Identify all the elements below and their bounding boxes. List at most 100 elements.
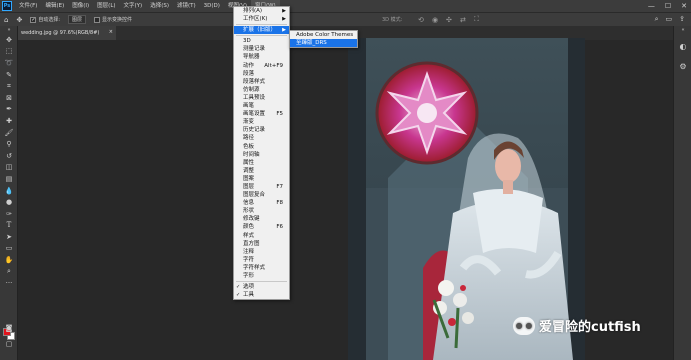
home-icon[interactable]: ⌂ bbox=[4, 16, 8, 24]
window-menu-item-label: 时间轴 bbox=[243, 151, 260, 158]
window-menu-item[interactable]: 导航器 bbox=[234, 53, 289, 61]
window-menu-item[interactable]: 渐变 bbox=[234, 118, 289, 126]
window-menu-item[interactable]: 注释 bbox=[234, 248, 289, 256]
window-menu-item[interactable]: 修改键 bbox=[234, 215, 289, 223]
search-icon[interactable]: ⌕ bbox=[655, 15, 659, 24]
history-brush-tool-icon[interactable]: ↺ bbox=[0, 150, 18, 162]
minimize-icon[interactable]: — bbox=[648, 0, 655, 12]
extensions-submenu-item[interactable]: 至臻版_DRS bbox=[290, 39, 357, 48]
window-menu-item[interactable]: 动作 Alt+F9 bbox=[234, 62, 289, 70]
window-menu-item[interactable]: 图层复合 bbox=[234, 191, 289, 199]
window-menu-item[interactable]: 路径 bbox=[234, 134, 289, 142]
more-tools-icon[interactable]: ··· bbox=[0, 277, 18, 289]
menu-7[interactable]: 3D(D) bbox=[200, 0, 224, 12]
auto-select-target-dropdown[interactable]: 图层 bbox=[68, 15, 87, 24]
menu-5[interactable]: 选择(S) bbox=[146, 0, 173, 12]
blur-tool-icon[interactable]: 💧 bbox=[0, 185, 18, 197]
eyedropper-tool-icon[interactable]: ✒ bbox=[0, 104, 18, 116]
window-menu-item[interactable]: 时间轴 bbox=[234, 151, 289, 159]
window-menu-item[interactable]: 字形 bbox=[234, 272, 289, 280]
canvas-photo[interactable] bbox=[348, 38, 585, 360]
workspace-icon[interactable]: ▭ bbox=[666, 15, 673, 23]
window-menu-item[interactable]: 排列(A) ▶ bbox=[234, 7, 289, 15]
window-menu-item[interactable]: 测量记录 bbox=[234, 45, 289, 53]
tab-close-icon[interactable]: × bbox=[109, 29, 113, 35]
brush-tool-icon[interactable]: 🖌 bbox=[0, 127, 18, 139]
window-menu-item[interactable]: 段落 bbox=[234, 70, 289, 78]
close-icon[interactable]: ✕ bbox=[681, 0, 687, 12]
window-menu-item[interactable]: ✓ 工具 bbox=[234, 291, 289, 299]
menu-1[interactable]: 编辑(E) bbox=[41, 0, 68, 12]
window-menu-item[interactable]: 仿制源 bbox=[234, 86, 289, 94]
gradient-tool-icon[interactable]: ▤ bbox=[0, 173, 18, 185]
window-menu-item[interactable]: 直方图 bbox=[234, 240, 289, 248]
window-menu-item[interactable]: 图层 F7 bbox=[234, 183, 289, 191]
dodge-tool-icon[interactable]: ● bbox=[0, 196, 18, 208]
auto-select-checkbox[interactable] bbox=[30, 16, 37, 23]
quick-mask-icon[interactable]: ◙ bbox=[0, 322, 18, 334]
3d-pan-icon[interactable]: ✣ bbox=[446, 16, 452, 24]
window-menu-item[interactable]: 样式 bbox=[234, 232, 289, 240]
lasso-tool-icon[interactable]: ➰ bbox=[0, 57, 18, 69]
crop-tool-icon[interactable]: ⌗ bbox=[0, 80, 18, 92]
move-tool-icon[interactable]: ✥ bbox=[16, 16, 22, 24]
move-tool-icon[interactable]: ✥ bbox=[0, 34, 18, 46]
path-select-tool-icon[interactable]: ➤ bbox=[0, 231, 18, 243]
share-icon[interactable]: ⇪ bbox=[679, 15, 685, 23]
3d-scale-icon[interactable]: ⛶ bbox=[474, 15, 479, 24]
3d-slide-icon[interactable]: ⇄ bbox=[460, 16, 466, 24]
window-menu-item[interactable]: 调整 bbox=[234, 167, 289, 175]
menu-0[interactable]: 文件(F) bbox=[15, 0, 41, 12]
rectangle-tool-icon[interactable]: ▭ bbox=[0, 243, 18, 255]
menu-6[interactable]: 滤镜(T) bbox=[173, 0, 200, 12]
window-menu-item[interactable]: ✓ 选项 bbox=[234, 283, 289, 291]
extensions-submenu-item[interactable]: Adobe Color Themes bbox=[290, 31, 357, 39]
frame-tool-icon[interactable]: ⊠ bbox=[0, 92, 18, 104]
window-menu-item[interactable]: 图案 bbox=[234, 175, 289, 183]
window-menu-item[interactable]: 段落样式 bbox=[234, 78, 289, 86]
hand-tool-icon[interactable]: ✋ bbox=[0, 254, 18, 266]
submenu-arrow-icon: ▶ bbox=[282, 8, 286, 14]
clone-stamp-tool-icon[interactable]: ⚲ bbox=[0, 138, 18, 150]
menu-3[interactable]: 图层(L) bbox=[93, 0, 119, 12]
window-menu-item[interactable]: 工作区(K) ▶ bbox=[234, 15, 289, 23]
checkmark-icon: ✓ bbox=[236, 284, 241, 291]
document-tab[interactable]: wedding.jpg @ 97.6%(RGB/8#) × bbox=[18, 26, 116, 40]
maximize-icon[interactable]: ☐ bbox=[665, 0, 671, 12]
window-menu-item[interactable]: 形状 bbox=[234, 207, 289, 215]
healing-brush-tool-icon[interactable]: ✚ bbox=[0, 115, 18, 127]
adjustments-panel-icon[interactable]: ⚙ bbox=[674, 58, 691, 74]
zoom-tool-icon[interactable]: ⌕ bbox=[0, 266, 18, 278]
auto-select-label: 自动选择: bbox=[38, 17, 61, 23]
show-transform-checkbox[interactable] bbox=[94, 16, 101, 23]
quick-select-tool-icon[interactable]: ✎ bbox=[0, 69, 18, 81]
window-menu-item[interactable]: 字符样式 bbox=[234, 264, 289, 272]
window-menu-item-label: 渐变 bbox=[243, 119, 255, 126]
window-menu-item[interactable]: 色板 bbox=[234, 143, 289, 151]
screen-mode-icon[interactable]: ▢ bbox=[0, 338, 18, 350]
color-panel-icon[interactable]: ◐ bbox=[674, 38, 691, 54]
window-menu-item[interactable]: 画笔设置 F5 bbox=[234, 110, 289, 118]
3d-orbit-icon[interactable]: ⟲ bbox=[418, 16, 424, 24]
menu-4[interactable]: 文字(Y) bbox=[120, 0, 147, 12]
collapse-icon[interactable]: » bbox=[0, 26, 18, 34]
marquee-tool-icon[interactable]: ⬚ bbox=[0, 46, 18, 58]
window-menu-item[interactable]: 画笔 bbox=[234, 102, 289, 110]
menu-2[interactable]: 图像(I) bbox=[68, 0, 93, 12]
window-menu-item[interactable]: 字符 bbox=[234, 256, 289, 264]
panel-collapse-icon[interactable]: « bbox=[674, 26, 691, 34]
window-menu-item[interactable]: 工具预设 bbox=[234, 94, 289, 102]
window-menu-item-label: 画笔 bbox=[243, 103, 255, 110]
window-menu-item[interactable]: 颜色 F6 bbox=[234, 223, 289, 231]
window-menu-item[interactable]: 属性 bbox=[234, 159, 289, 167]
pen-tool-icon[interactable]: ✑ bbox=[0, 208, 18, 220]
eraser-tool-icon[interactable]: ◫ bbox=[0, 162, 18, 174]
window-menu-item[interactable]: 历史记录 bbox=[234, 126, 289, 134]
window-menu-item-label: 仿制源 bbox=[243, 86, 260, 93]
window-menu-item[interactable]: 3D bbox=[234, 37, 289, 45]
3d-roll-icon[interactable]: ◉ bbox=[432, 16, 438, 24]
window-menu-item[interactable]: 扩展（旧版） ▶ bbox=[234, 26, 289, 35]
window-menu-item[interactable]: 信息 F8 bbox=[234, 199, 289, 207]
type-tool-icon[interactable]: T bbox=[0, 220, 18, 232]
window-menu-item-label: 历史记录 bbox=[243, 127, 266, 134]
